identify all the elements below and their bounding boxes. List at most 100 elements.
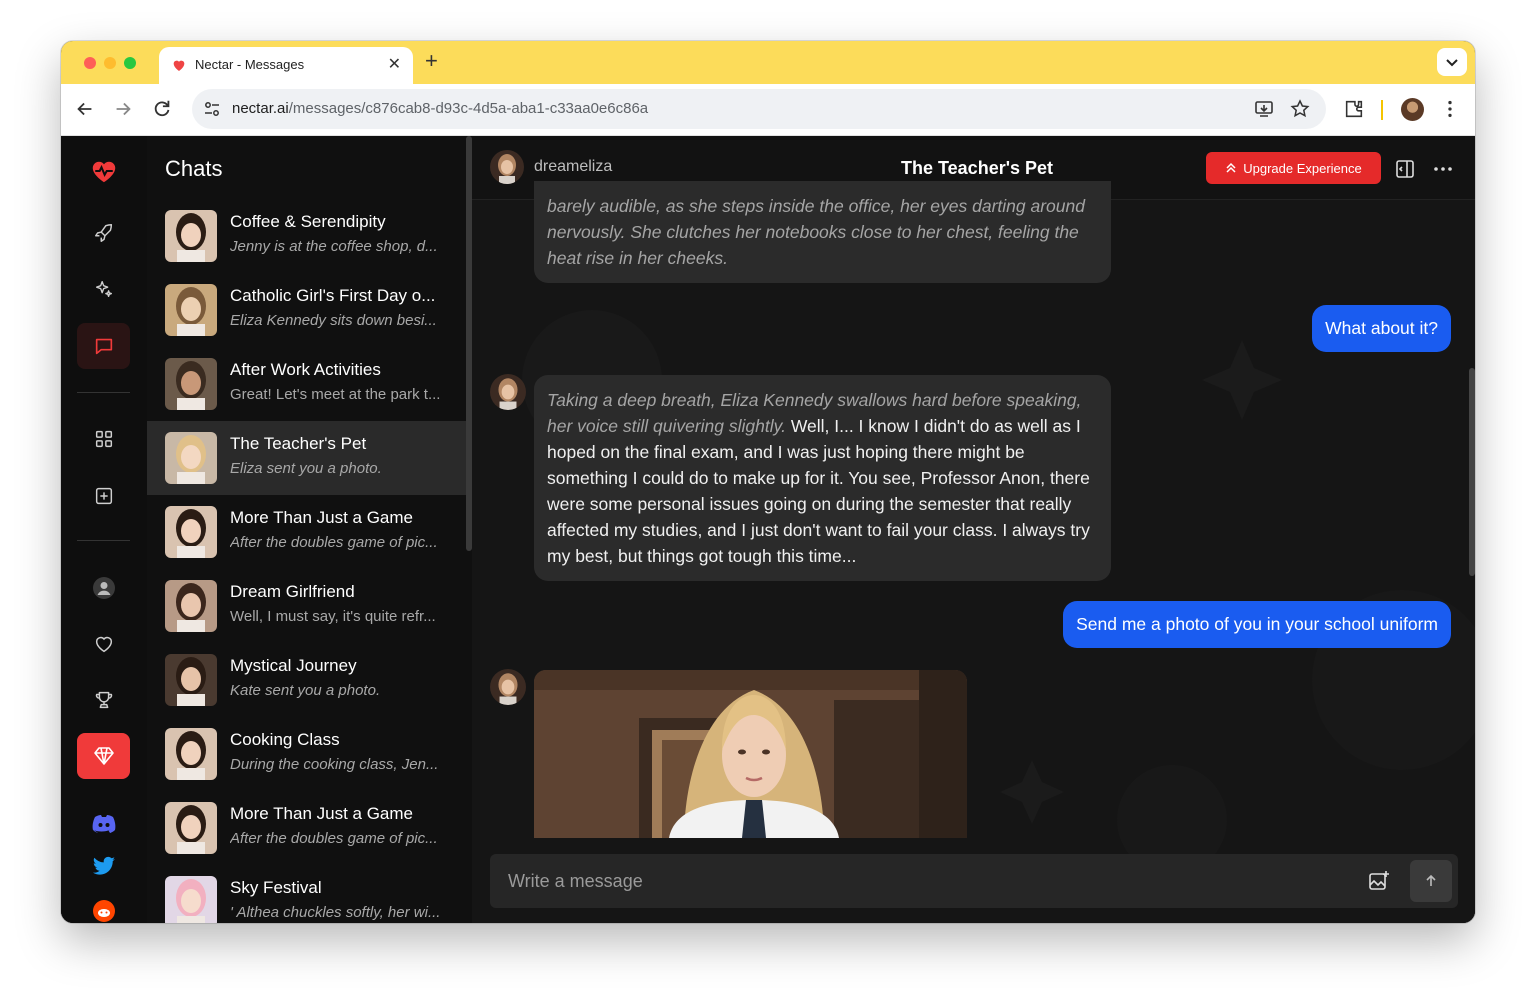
chat-list-item[interactable]: More Than Just a Game After the doubles g… bbox=[147, 495, 466, 569]
character-username[interactable]: dreameliza bbox=[534, 158, 612, 176]
chat-name: Dream Girlfriend bbox=[230, 582, 355, 601]
back-icon[interactable] bbox=[74, 98, 96, 120]
chat-preview: Eliza sent you a photo. bbox=[230, 460, 382, 477]
bookmark-star-icon[interactable] bbox=[1290, 99, 1310, 119]
chat-list-panel: Chats Coffee & Serendipity Jenny is at th… bbox=[147, 136, 472, 923]
site-settings-icon[interactable] bbox=[203, 100, 221, 118]
send-button[interactable] bbox=[1410, 860, 1452, 902]
new-tab-icon[interactable]: + bbox=[425, 50, 438, 72]
chats-heading: Chats bbox=[165, 156, 223, 181]
chat-avatar bbox=[165, 580, 217, 632]
tab-close-icon[interactable]: ✕ bbox=[388, 54, 401, 74]
chat-preview: Great! Let's meet at the park t... bbox=[230, 386, 441, 403]
heart-icon bbox=[95, 636, 112, 653]
grid-icon bbox=[95, 430, 112, 448]
user-message: Send me a photo of you in your school un… bbox=[1063, 601, 1451, 648]
chat-avatar bbox=[165, 876, 217, 923]
chat-list-item[interactable]: Dream Girlfriend Well, I must say, it's q… bbox=[147, 569, 466, 643]
reddit-icon bbox=[92, 900, 115, 922]
conversation-title: The Teacher's Pet bbox=[901, 158, 1054, 178]
chat-list-item[interactable]: Sky Festival ' Althea chuckles softly, he… bbox=[147, 865, 466, 923]
tab-bar: Nectar - Messages ✕ + bbox=[61, 41, 1475, 84]
ai-message: barely audible, as she steps inside the … bbox=[534, 181, 1111, 283]
character-photo[interactable] bbox=[534, 670, 967, 838]
chat-name: More Than Just a Game bbox=[230, 508, 413, 527]
double-chevron-up-icon bbox=[1226, 162, 1236, 173]
more-options-icon[interactable] bbox=[1432, 158, 1454, 180]
rail-twitter[interactable] bbox=[77, 844, 130, 890]
tab-title: Nectar - Messages bbox=[195, 57, 305, 72]
browser-tab[interactable]: Nectar - Messages ✕ bbox=[159, 47, 413, 84]
rail-premium[interactable] bbox=[77, 733, 130, 779]
chat-name: Catholic Girl's First Day o... bbox=[230, 286, 436, 305]
rail-create[interactable] bbox=[77, 473, 130, 519]
rail-favorites[interactable] bbox=[77, 621, 130, 667]
tab-search-button[interactable] bbox=[1437, 48, 1467, 76]
rail-divider bbox=[77, 540, 130, 541]
chevron-down-icon bbox=[1446, 59, 1458, 67]
chat-name: Mystical Journey bbox=[230, 656, 357, 675]
upgrade-experience-button[interactable]: Upgrade Experience bbox=[1206, 152, 1381, 184]
user-message: What about it? bbox=[1312, 305, 1451, 352]
url-path: /messages/c876cab8-d93c-4d5a-aba1-c33aa0… bbox=[288, 100, 649, 117]
more-menu-icon[interactable] bbox=[1439, 98, 1461, 120]
close-window-button[interactable] bbox=[84, 57, 96, 69]
arrow-up-icon bbox=[1426, 874, 1436, 886]
maximize-window-button[interactable] bbox=[124, 57, 136, 69]
chat-preview: Eliza Kennedy sits down besi... bbox=[230, 312, 437, 329]
rail-chats[interactable] bbox=[77, 323, 130, 369]
chat-list-item[interactable]: After Work Activities Great! Let's meet a… bbox=[147, 347, 466, 421]
install-app-icon[interactable] bbox=[1254, 99, 1274, 119]
chat-preview: Well, I must say, it's quite refr... bbox=[230, 608, 436, 625]
rail-explore[interactable] bbox=[77, 210, 130, 256]
profile-avatar[interactable] bbox=[1401, 98, 1424, 121]
chat-list-item[interactable]: More Than Just a Game After the doubles g… bbox=[147, 791, 466, 865]
rail-generate[interactable] bbox=[77, 266, 130, 312]
gem-icon bbox=[93, 747, 114, 765]
chat-avatar bbox=[165, 506, 217, 558]
browser-toolbar: nectar.ai/messages/c876cab8-d93c-4d5a-ab… bbox=[61, 84, 1475, 136]
chat-list-item[interactable]: Coffee & Serendipity Jenny is at the coff… bbox=[147, 199, 466, 273]
image-request-icon[interactable] bbox=[1367, 869, 1391, 893]
chat-avatar bbox=[165, 358, 217, 410]
chat-list-item[interactable]: Cooking Class During the cooking class, J… bbox=[147, 717, 466, 791]
minimize-window-button[interactable] bbox=[104, 57, 116, 69]
forward-icon[interactable] bbox=[112, 98, 134, 120]
conversation-panel: dreameliza The Teacher's Pet Upgrade Exp… bbox=[472, 136, 1475, 923]
logo-heart[interactable] bbox=[77, 148, 130, 194]
rail-reddit[interactable] bbox=[77, 888, 130, 923]
chat-avatar bbox=[165, 210, 217, 262]
chat-avatar bbox=[165, 284, 217, 336]
chat-preview: After the doubles game of pic... bbox=[230, 830, 438, 847]
chat-name: After Work Activities bbox=[230, 360, 381, 379]
message-composer bbox=[490, 854, 1458, 908]
chat-preview: During the cooking class, Jen... bbox=[230, 756, 439, 773]
toggle-panel-icon[interactable] bbox=[1394, 158, 1416, 180]
chat-preview: Jenny is at the coffee shop, d... bbox=[230, 238, 438, 255]
nectar-app: Chats Coffee & Serendipity Jenny is at th… bbox=[61, 136, 1475, 923]
rail-profile[interactable] bbox=[77, 565, 130, 611]
discord-icon bbox=[92, 815, 115, 833]
character-message-avatar bbox=[490, 669, 526, 705]
rail-discord[interactable] bbox=[77, 801, 130, 847]
chat-icon bbox=[95, 338, 112, 355]
reload-icon[interactable] bbox=[151, 98, 173, 120]
chat-list-item[interactable]: Mystical Journey Kate sent you a photo. bbox=[147, 643, 466, 717]
extensions-icon[interactable] bbox=[1343, 98, 1365, 120]
character-avatar[interactable] bbox=[490, 150, 524, 184]
message-input[interactable] bbox=[490, 854, 1350, 908]
url-host: nectar.ai bbox=[232, 100, 289, 117]
conversation-scrollbar[interactable] bbox=[1469, 368, 1475, 576]
toolbar-divider bbox=[1381, 100, 1383, 120]
chat-avatar bbox=[165, 802, 217, 854]
rail-gallery[interactable] bbox=[77, 416, 130, 462]
rail-divider bbox=[77, 392, 130, 393]
chat-preview: ' Althea chuckles softly, her wi... bbox=[230, 904, 441, 921]
chat-name: Sky Festival bbox=[230, 878, 322, 897]
rail-leaderboard[interactable] bbox=[77, 677, 130, 723]
chat-list-item[interactable]: The Teacher's Pet Eliza sent you a photo. bbox=[147, 421, 466, 495]
chat-name: The Teacher's Pet bbox=[230, 434, 367, 453]
heart-pulse-logo-icon bbox=[92, 161, 115, 183]
address-bar[interactable]: nectar.ai/messages/c876cab8-d93c-4d5a-ab… bbox=[192, 89, 1326, 129]
chat-list-item[interactable]: Catholic Girl's First Day o... Eliza Kenn… bbox=[147, 273, 466, 347]
